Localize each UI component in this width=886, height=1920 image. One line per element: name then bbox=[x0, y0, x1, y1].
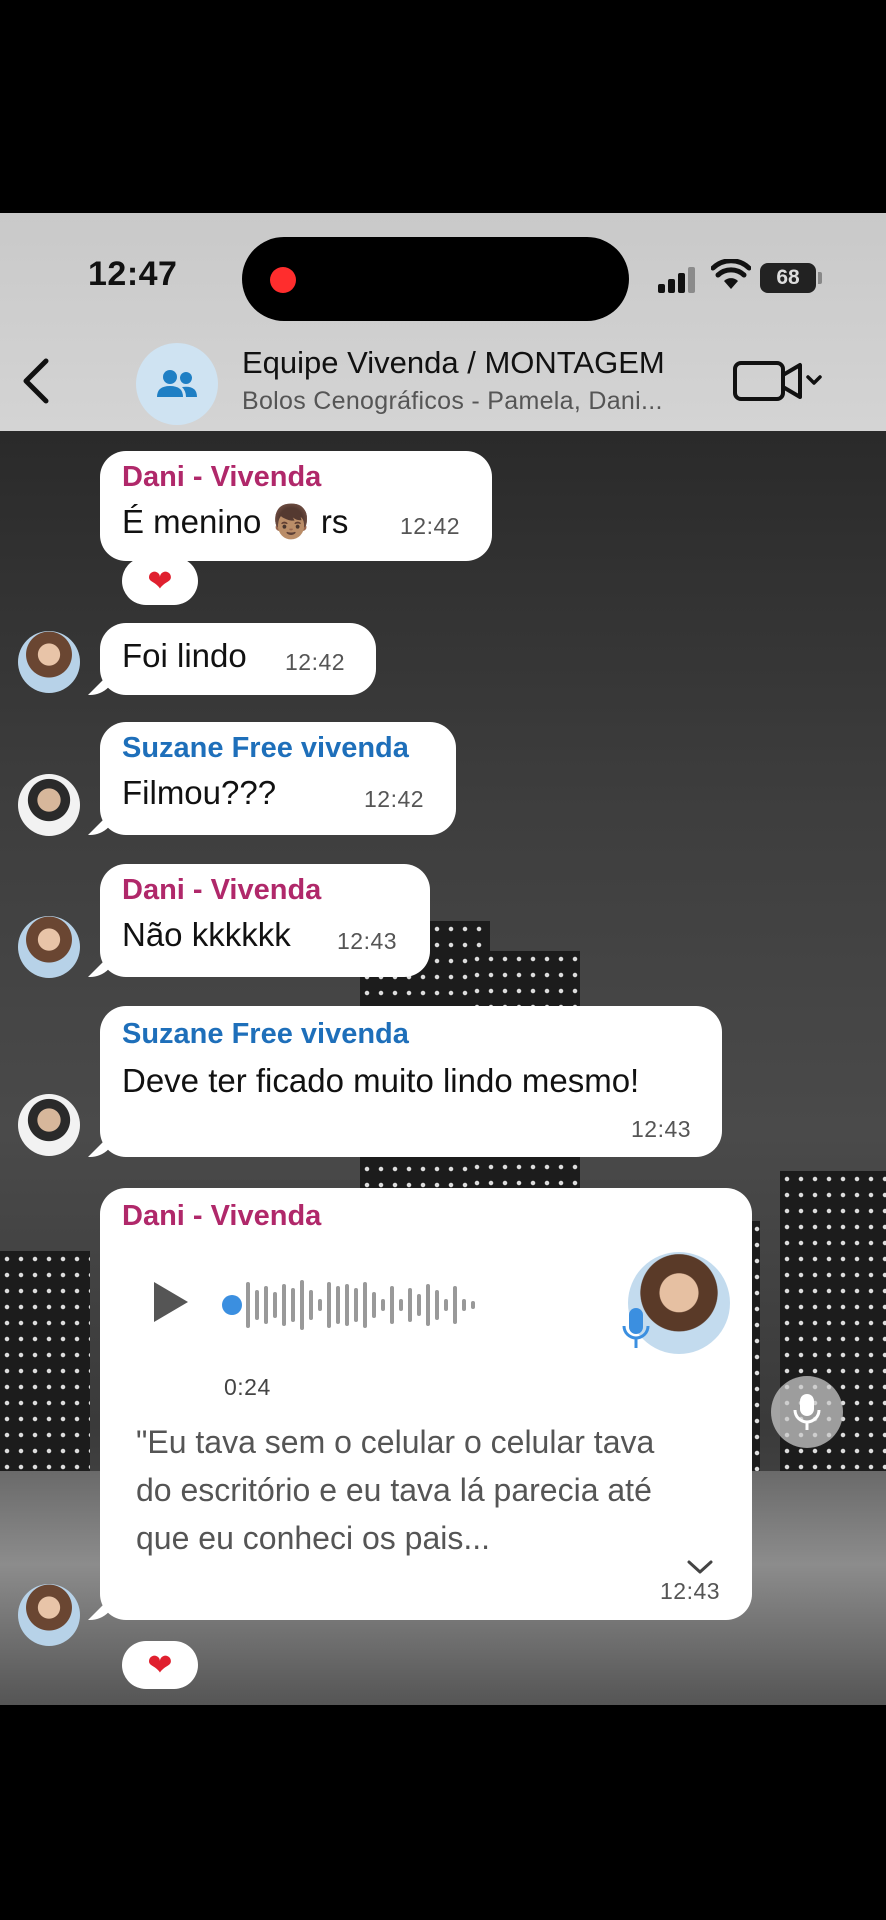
message-text: Não kkkkkk bbox=[122, 916, 291, 953]
voice-duration: 0:24 bbox=[224, 1374, 271, 1400]
message-sender: Dani - Vivenda bbox=[122, 1200, 322, 1232]
status-time: 12:47 bbox=[88, 255, 178, 293]
chat-header: 12:47 68 Equipe Vivenda / MONTAGEM Bolos… bbox=[0, 213, 886, 431]
microphone-icon bbox=[793, 1394, 821, 1430]
message-text: Foi lindo bbox=[122, 637, 247, 674]
message-time: 12:42 bbox=[285, 649, 346, 675]
message-text: É menino 👦🏽 rs bbox=[122, 503, 349, 540]
sender-avatar[interactable] bbox=[18, 774, 80, 836]
sender-avatar[interactable] bbox=[18, 1584, 80, 1646]
message-time: 12:43 bbox=[660, 1578, 721, 1604]
recording-indicator-icon bbox=[270, 267, 296, 293]
record-voice-button[interactable] bbox=[771, 1376, 843, 1448]
chat-participants[interactable]: Bolos Cenográficos - Pamela, Dani... bbox=[242, 387, 663, 416]
back-chevron-icon[interactable] bbox=[16, 353, 56, 409]
message-sender: Dani - Vivenda bbox=[122, 874, 322, 906]
cellular-signal-icon bbox=[658, 265, 700, 293]
message-text: Filmou??? bbox=[122, 774, 277, 811]
voice-transcript[interactable]: "Eu tava sem o celular o celular tava do… bbox=[136, 1418, 656, 1562]
sender-avatar[interactable] bbox=[18, 1094, 80, 1156]
message-sender: Suzane Free vivenda bbox=[122, 732, 409, 764]
message-time: 12:43 bbox=[631, 1116, 692, 1142]
wifi-icon bbox=[711, 259, 751, 289]
message-bubble[interactable]: Foi lindo 12:42 bbox=[100, 623, 376, 695]
heart-icon: ❤ bbox=[147, 1648, 173, 1682]
message-sender: Dani - Vivenda bbox=[122, 461, 322, 493]
message-time: 12:42 bbox=[364, 786, 425, 812]
chat-screen: 12:47 68 Equipe Vivenda / MONTAGEM Bolos… bbox=[0, 213, 886, 1705]
dynamic-island bbox=[242, 237, 629, 321]
video-call-icon[interactable] bbox=[732, 353, 824, 409]
voice-message-bubble[interactable]: Dani - Vivenda 0:24 "Eu tava sem o celul… bbox=[100, 1188, 752, 1620]
message-sender: Suzane Free vivenda bbox=[122, 1018, 409, 1050]
message-time: 12:42 bbox=[400, 513, 461, 539]
microphone-icon bbox=[622, 1308, 650, 1348]
message-bubble[interactable]: Dani - Vivenda Não kkkkkk 12:43 bbox=[100, 864, 430, 977]
message-bubble[interactable]: Dani - Vivenda É menino 👦🏽 rs 12:42 bbox=[100, 451, 492, 561]
message-time: 12:43 bbox=[337, 928, 398, 954]
heart-reaction[interactable]: ❤ bbox=[122, 557, 198, 605]
play-icon[interactable] bbox=[152, 1280, 190, 1324]
sender-avatar[interactable] bbox=[18, 631, 80, 693]
message-text: Deve ter ficado muito lindo mesmo! bbox=[122, 1062, 640, 1099]
sender-avatar[interactable] bbox=[18, 916, 80, 978]
heart-reaction[interactable]: ❤ bbox=[122, 1641, 198, 1689]
group-avatar[interactable] bbox=[136, 343, 218, 425]
group-icon bbox=[157, 370, 197, 397]
chat-title[interactable]: Equipe Vivenda / MONTAGEM bbox=[242, 345, 665, 381]
battery-cap bbox=[818, 272, 822, 284]
battery-indicator: 68 bbox=[760, 263, 816, 293]
chevron-down-icon[interactable] bbox=[686, 1558, 714, 1576]
audio-waveform[interactable] bbox=[220, 1270, 480, 1340]
message-bubble[interactable]: Suzane Free vivenda Deve ter ficado muit… bbox=[100, 1006, 722, 1157]
message-bubble[interactable]: Suzane Free vivenda Filmou??? 12:42 bbox=[100, 722, 456, 835]
heart-icon: ❤ bbox=[147, 564, 173, 598]
